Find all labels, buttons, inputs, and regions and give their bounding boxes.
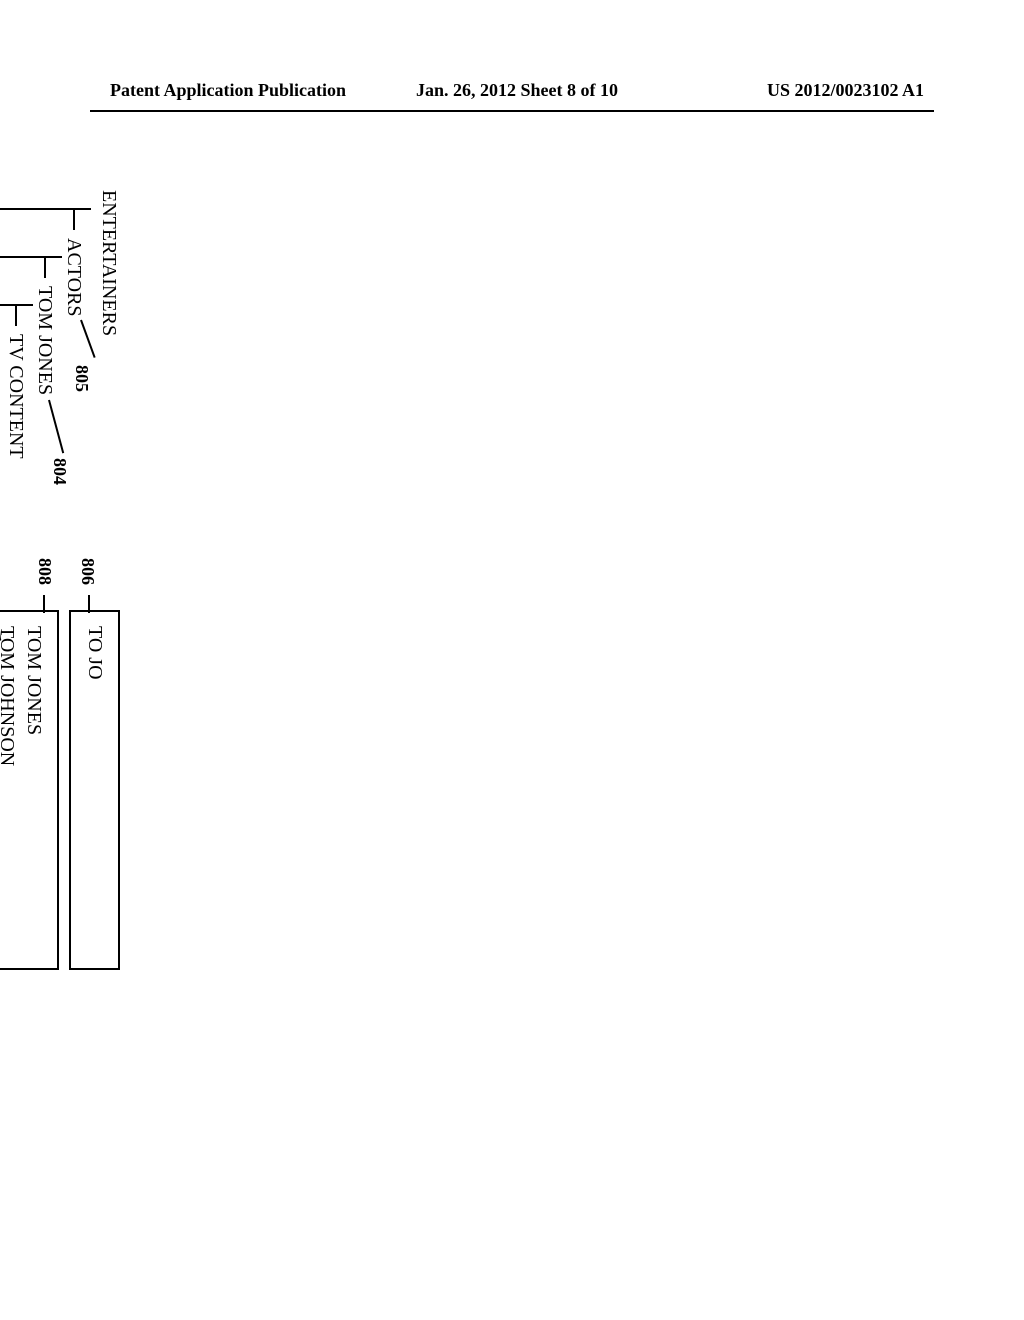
- lead-808: [43, 595, 45, 613]
- figure-8: ENTERTAINERS ACTORS TOM JONES TV CONTENT…: [0, 190, 120, 990]
- header-left: Patent Application Publication: [110, 80, 381, 101]
- node-tv-content: TV CONTENT: [5, 334, 27, 459]
- page-header: Patent Application Publication Jan. 26, …: [0, 80, 1024, 101]
- node-actors: ACTORS: [63, 238, 85, 317]
- ref-804: 804: [49, 458, 70, 485]
- lead-806: [88, 595, 90, 613]
- input-box: TO JO: [69, 610, 120, 970]
- results-panel: TO JO TOM JONES TOM JOHNSON TODD JONES ⋮…: [0, 610, 120, 970]
- input-text: TO JO: [81, 626, 108, 954]
- hierarchy-tree: ENTERTAINERS ACTORS TOM JONES TV CONTENT…: [0, 190, 120, 550]
- suggestion: TOM JOHNSON: [0, 626, 20, 954]
- header-rule: [90, 110, 934, 112]
- suggestion: TOM JONES: [20, 626, 47, 954]
- suggestions-box: TOM JONES TOM JOHNSON TODD JONES ⋮: [0, 610, 59, 970]
- header-right: US 2012/0023102 A1: [653, 80, 924, 101]
- header-center: Jan. 26, 2012 Sheet 8 of 10: [381, 80, 652, 101]
- node-tom-jones-actor: TOM JONES: [34, 286, 56, 395]
- node-entertainers: ENTERTAINERS: [97, 190, 120, 550]
- ref-808: 808: [34, 558, 55, 585]
- ref-805: 805: [71, 365, 92, 392]
- ref-806: 806: [77, 558, 98, 585]
